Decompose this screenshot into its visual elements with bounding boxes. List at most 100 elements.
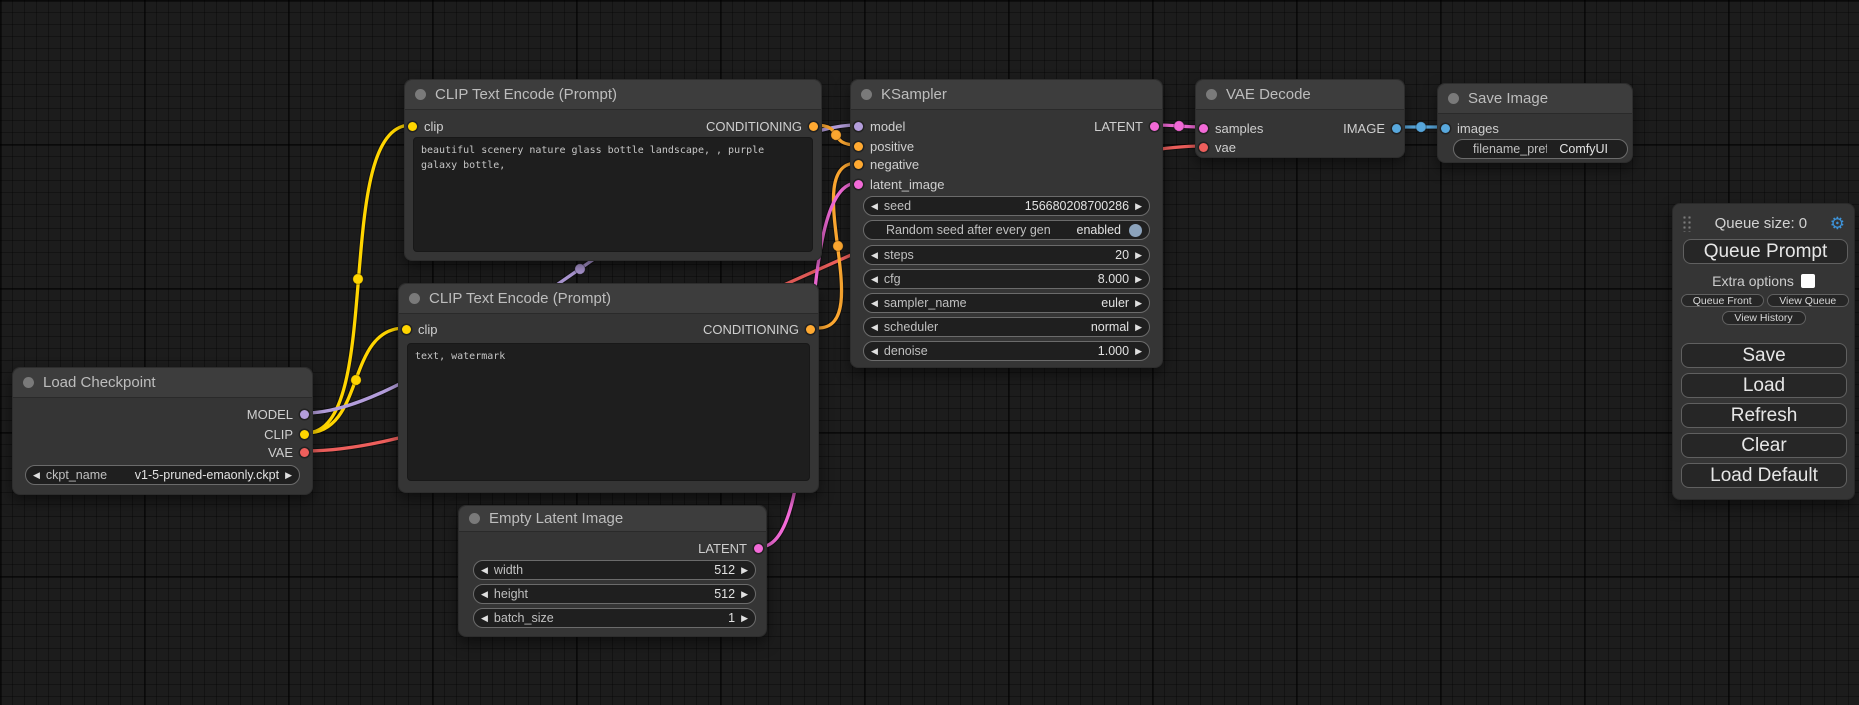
conditioning-port-icon[interactable]	[806, 325, 815, 334]
decrement-arrow-icon[interactable]: ◀	[871, 251, 878, 260]
node-vae-decode[interactable]: VAE Decode samples vae IMAGE	[1195, 79, 1405, 158]
next-option-arrow-icon[interactable]: ▶	[285, 471, 292, 480]
input-port-negative[interactable]: negative	[854, 155, 919, 173]
widget-value[interactable]: 512	[714, 587, 735, 601]
filename-prefix-widget[interactable]: filename_prefix ComfyUI	[1453, 139, 1628, 159]
prompt-text-input[interactable]: beautiful scenery nature glass bottle la…	[413, 137, 813, 252]
decrement-arrow-icon[interactable]: ◀	[871, 323, 878, 332]
steps-widget[interactable]: ◀ steps 20 ▶	[863, 245, 1150, 265]
widget-value[interactable]: 512	[714, 563, 735, 577]
input-port-positive[interactable]: positive	[854, 137, 914, 155]
queue-front-button[interactable]: Queue Front	[1681, 294, 1764, 307]
input-port-vae[interactable]: vae	[1199, 138, 1236, 156]
node-collapse-dot[interactable]	[1448, 93, 1459, 104]
increment-arrow-icon[interactable]: ▶	[1135, 202, 1142, 211]
node-collapse-dot[interactable]	[23, 377, 34, 388]
node-clip-text-encode-positive[interactable]: CLIP Text Encode (Prompt) clip CONDITION…	[404, 79, 822, 261]
prompt-text-input[interactable]: text, watermark	[407, 343, 810, 481]
node-collapse-dot[interactable]	[1206, 89, 1217, 100]
increment-arrow-icon[interactable]: ▶	[1135, 275, 1142, 284]
input-port-clip[interactable]: clip	[408, 117, 444, 135]
output-port-model[interactable]: MODEL	[247, 405, 309, 423]
latent-port-icon[interactable]	[854, 180, 863, 189]
node-title-bar[interactable]: CLIP Text Encode (Prompt)	[399, 284, 818, 314]
decrement-arrow-icon[interactable]: ◀	[871, 347, 878, 356]
output-port-latent[interactable]: LATENT	[698, 539, 763, 557]
node-save-image[interactable]: Save Image images filename_prefix ComfyU…	[1437, 83, 1633, 163]
clip-port-icon[interactable]	[300, 430, 309, 439]
model-port-icon[interactable]	[300, 410, 309, 419]
node-empty-latent-image[interactable]: Empty Latent Image LATENT ◀ width 512 ▶ …	[458, 505, 767, 637]
input-port-images[interactable]: images	[1441, 119, 1499, 137]
denoise-widget[interactable]: ◀ denoise 1.000 ▶	[863, 341, 1150, 361]
increment-arrow-icon[interactable]: ▶	[1135, 299, 1142, 308]
decrement-arrow-icon[interactable]: ◀	[871, 299, 878, 308]
scheduler-widget[interactable]: ◀ scheduler normal ▶	[863, 317, 1150, 337]
widget-value[interactable]: 8.000	[1098, 272, 1129, 286]
widget-value[interactable]: v1-5-pruned-emaonly.ckpt	[135, 468, 279, 482]
widget-value[interactable]: 1	[728, 611, 735, 625]
decrement-arrow-icon[interactable]: ◀	[871, 275, 878, 284]
sampler-name-widget[interactable]: ◀ sampler_name euler ▶	[863, 293, 1150, 313]
latent-port-icon[interactable]	[754, 544, 763, 553]
image-port-icon[interactable]	[1392, 124, 1401, 133]
extra-options-checkbox[interactable]	[1801, 274, 1815, 288]
output-port-vae[interactable]: VAE	[268, 443, 309, 461]
latent-port-icon[interactable]	[1150, 122, 1159, 131]
seed-widget[interactable]: ◀ seed 156680208700286 ▶	[863, 196, 1150, 216]
random-seed-toggle-widget[interactable]: Random seed after every gen enabled	[863, 220, 1150, 240]
output-port-clip[interactable]: CLIP	[264, 425, 309, 443]
increment-arrow-icon[interactable]: ▶	[1135, 323, 1142, 332]
queue-prompt-button[interactable]: Queue Prompt	[1683, 239, 1848, 264]
input-port-model[interactable]: model	[854, 117, 905, 135]
widget-value[interactable]: 20	[1115, 248, 1129, 262]
conditioning-port-icon[interactable]	[809, 122, 818, 131]
increment-arrow-icon[interactable]: ▶	[741, 566, 748, 575]
clip-port-icon[interactable]	[402, 325, 411, 334]
widget-value[interactable]: 156680208700286	[1025, 199, 1129, 213]
gear-icon[interactable]: ⚙	[1830, 215, 1845, 232]
decrement-arrow-icon[interactable]: ◀	[481, 590, 488, 599]
save-button[interactable]: Save	[1681, 343, 1847, 368]
output-port-conditioning[interactable]: CONDITIONING	[703, 320, 815, 338]
vae-port-icon[interactable]	[300, 448, 309, 457]
decrement-arrow-icon[interactable]: ◀	[481, 566, 488, 575]
input-port-clip[interactable]: clip	[402, 320, 438, 338]
toggle-enabled-icon[interactable]	[1129, 224, 1142, 237]
node-collapse-dot[interactable]	[861, 89, 872, 100]
load-button[interactable]: Load	[1681, 373, 1847, 398]
node-title-bar[interactable]: Load Checkpoint	[13, 368, 312, 398]
ckpt-name-widget[interactable]: ◀ ckpt_name v1-5-pruned-emaonly.ckpt ▶	[25, 465, 300, 485]
node-title-bar[interactable]: VAE Decode	[1196, 80, 1404, 110]
conditioning-port-icon[interactable]	[854, 160, 863, 169]
height-widget[interactable]: ◀ height 512 ▶	[473, 584, 756, 604]
input-port-latent-image[interactable]: latent_image	[854, 175, 944, 193]
output-port-latent[interactable]: LATENT	[1094, 117, 1159, 135]
node-collapse-dot[interactable]	[409, 293, 420, 304]
load-default-button[interactable]: Load Default	[1681, 463, 1847, 488]
latent-port-icon[interactable]	[1199, 124, 1208, 133]
view-history-button[interactable]: View History	[1722, 311, 1806, 325]
decrement-arrow-icon[interactable]: ◀	[481, 614, 488, 623]
widget-value[interactable]: ComfyUI	[1559, 142, 1608, 156]
clear-button[interactable]: Clear	[1681, 433, 1847, 458]
node-canvas[interactable]: { "icons": { "prev": "◀", "next": "▶", "…	[0, 0, 1859, 705]
node-title-bar[interactable]: Save Image	[1438, 84, 1632, 114]
node-load-checkpoint[interactable]: Load Checkpoint MODEL CLIP VAE ◀ ckpt_na…	[12, 367, 313, 495]
output-port-image[interactable]: IMAGE	[1343, 119, 1401, 137]
input-port-samples[interactable]: samples	[1199, 119, 1263, 137]
node-title-bar[interactable]: CLIP Text Encode (Prompt)	[405, 80, 821, 110]
drag-handle-icon[interactable]	[1682, 215, 1692, 232]
vae-port-icon[interactable]	[1199, 143, 1208, 152]
conditioning-port-icon[interactable]	[854, 142, 863, 151]
increment-arrow-icon[interactable]: ▶	[1135, 251, 1142, 260]
refresh-button[interactable]: Refresh	[1681, 403, 1847, 428]
clip-port-icon[interactable]	[408, 122, 417, 131]
node-title-bar[interactable]: KSampler	[851, 80, 1162, 110]
cfg-widget[interactable]: ◀ cfg 8.000 ▶	[863, 269, 1150, 289]
increment-arrow-icon[interactable]: ▶	[741, 590, 748, 599]
node-ksampler[interactable]: KSampler model positive negative latent_…	[850, 79, 1163, 368]
view-queue-button[interactable]: View Queue	[1767, 294, 1850, 307]
widget-value[interactable]: normal	[1091, 320, 1129, 334]
width-widget[interactable]: ◀ width 512 ▶	[473, 560, 756, 580]
